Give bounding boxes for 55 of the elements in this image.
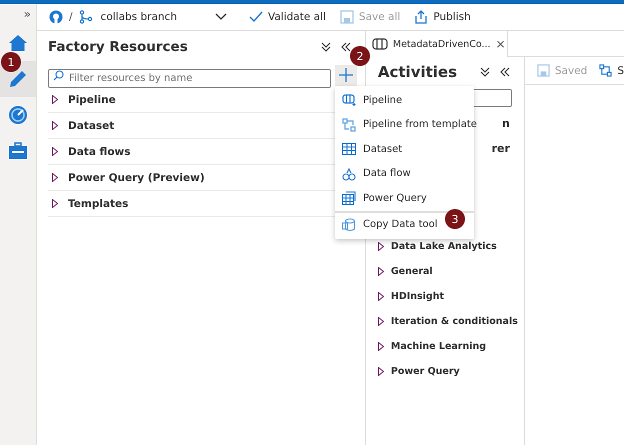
home-icon	[8, 34, 28, 52]
save-icon	[536, 64, 550, 77]
activity-group[interactable]: Iteration & conditionals	[378, 309, 524, 334]
add-button[interactable]	[335, 64, 357, 86]
expand-arrow-icon	[378, 317, 384, 326]
table-icon	[342, 143, 356, 156]
chevron-down-icon	[215, 13, 227, 21]
activity-group[interactable]: General	[378, 259, 524, 284]
template-icon	[342, 118, 356, 132]
publish-button[interactable]: Publish	[410, 10, 475, 24]
activity-group[interactable]: Power Query	[378, 359, 524, 384]
activity-group[interactable]: rer	[492, 142, 510, 155]
upload-icon	[414, 10, 428, 24]
step-callout-tooltip: 2	[350, 46, 370, 66]
collapse-all-icon[interactable]	[320, 42, 331, 52]
expand-arrow-icon	[378, 292, 384, 301]
expand-icon[interactable]: »	[24, 7, 31, 21]
path-separator: /	[69, 11, 73, 23]
pipeline-icon	[372, 38, 388, 50]
expand-arrow-icon	[52, 173, 58, 182]
cylinder-icon	[342, 218, 356, 232]
branch-icon	[78, 10, 93, 24]
expand-arrow-icon	[52, 147, 58, 156]
close-icon[interactable]: ×	[496, 37, 506, 51]
panel-title: Activities	[378, 63, 458, 81]
validate-button[interactable]: Validate all	[245, 10, 330, 24]
dataflow-icon	[342, 166, 356, 181]
check-icon	[249, 10, 263, 24]
collapse-all-icon[interactable]	[480, 67, 490, 77]
network-icon	[599, 64, 612, 77]
expand-arrow-icon	[52, 95, 58, 104]
expand-arrow-icon	[378, 267, 384, 276]
expand-arrow-icon	[378, 242, 384, 251]
toolbox-icon	[8, 142, 28, 160]
collapse-panel-icon[interactable]	[500, 67, 510, 77]
activity-group[interactable]: n	[502, 117, 510, 130]
collapse-panel-icon[interactable]	[340, 42, 351, 52]
expand-arrow-icon	[52, 199, 58, 208]
activity-group[interactable]: Data Lake Analytics	[378, 234, 524, 259]
branch-dropdown[interactable]: collabs branch	[98, 11, 229, 23]
search-field[interactable]: Filter resources by name	[48, 68, 331, 88]
gauge-icon	[8, 105, 28, 125]
search-icon	[53, 70, 64, 80]
activity-group[interactable]: Machine Learning	[378, 334, 524, 359]
pipeline-icon	[342, 94, 356, 106]
activity-group[interactable]: HDInsight	[378, 284, 524, 309]
pencil-icon	[8, 69, 28, 89]
panel-title: Factory Resources	[48, 39, 189, 55]
save-icon	[340, 10, 354, 24]
expand-arrow-icon	[378, 342, 384, 351]
expand-arrow-icon	[52, 121, 58, 130]
plus-icon	[339, 68, 353, 82]
grid-icon	[342, 191, 356, 206]
toolbar-button[interactable]: S	[599, 64, 624, 77]
expand-arrow-icon	[378, 367, 384, 376]
